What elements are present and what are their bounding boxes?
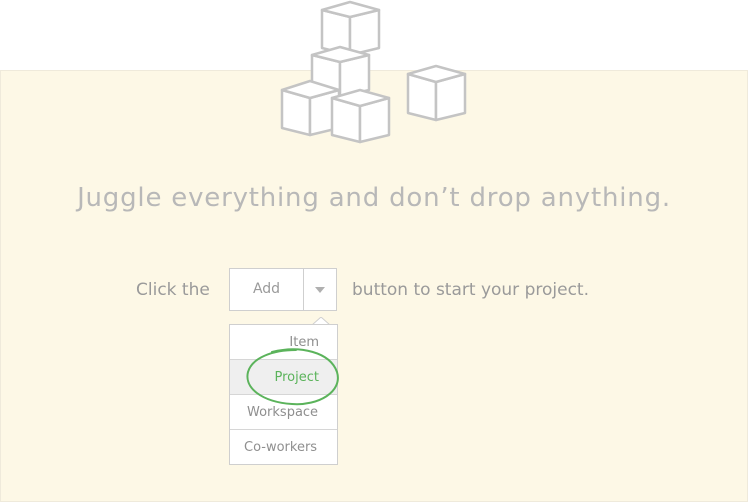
prompt-after-text: button to start your project. — [352, 280, 589, 300]
headline: Juggle everything and don’t drop anythin… — [77, 183, 671, 213]
menu-item-workspace[interactable]: Workspace — [230, 395, 337, 430]
add-dropdown-toggle[interactable] — [304, 269, 336, 310]
menu-item-item[interactable]: Item — [230, 325, 337, 360]
add-button-label[interactable]: Add — [230, 269, 303, 310]
prompt-before-text: Click the — [136, 280, 210, 300]
menu-item-co-workers[interactable]: Co-workers — [230, 430, 337, 465]
caret-down-icon — [315, 287, 325, 293]
add-split-button[interactable]: Add — [229, 268, 337, 311]
add-dropdown-menu: Item Project Workspace Co-workers — [229, 324, 338, 465]
menu-item-project[interactable]: Project — [230, 360, 337, 395]
cubes-illustration — [280, 0, 467, 144]
